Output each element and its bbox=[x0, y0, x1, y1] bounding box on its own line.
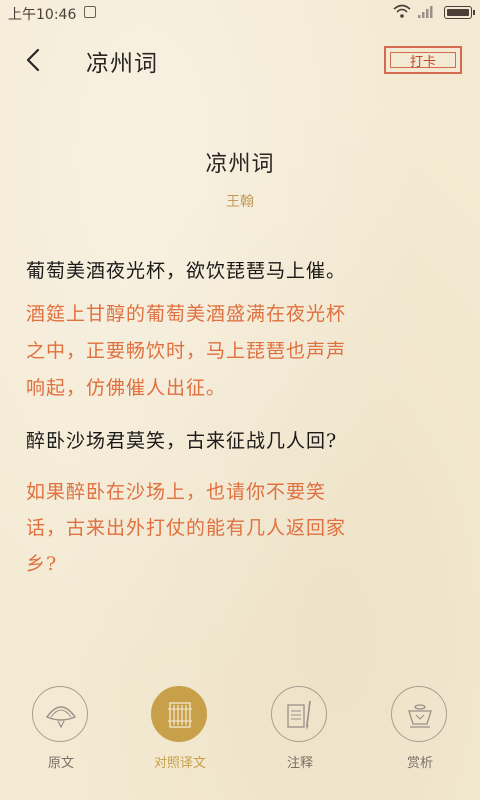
bamboo-scroll-icon bbox=[151, 686, 207, 742]
teapot-icon bbox=[391, 686, 447, 742]
status-time: 上午10:46 bbox=[8, 7, 77, 23]
poem-line-2-translation-1: 如果醉卧在沙场上，也请你不要笑 bbox=[26, 481, 327, 503]
nav-appreciation-label: 赏析 bbox=[406, 756, 433, 771]
poem-line-2-original: 醉卧沙场君莫笑，古来征战几人回? bbox=[26, 430, 338, 452]
nav-original-label: 原文 bbox=[47, 756, 74, 771]
fan-icon bbox=[32, 686, 88, 742]
nav-parallel-translation[interactable]: 对照译文 bbox=[130, 686, 230, 776]
nav-parallel-translation-label: 对照译文 bbox=[153, 756, 206, 771]
nav-annotations[interactable]: 注释 bbox=[250, 686, 350, 776]
poem-line-1-translation-2: 之中，正要畅饮时，马上琵琶也声声 bbox=[26, 340, 347, 362]
nav-original[interactable]: 原文 bbox=[11, 686, 111, 776]
notification-app-icon bbox=[84, 6, 96, 18]
back-button[interactable] bbox=[20, 44, 50, 76]
poem-line-1-translation-3: 响起，仿佛催人出征。 bbox=[26, 377, 227, 399]
poem-line-1-original: 葡萄美酒夜光杯，欲饮琵琶马上催。 bbox=[26, 260, 347, 282]
nav-appreciation[interactable]: 赏析 bbox=[370, 686, 470, 776]
checkin-label: 打卡 bbox=[409, 54, 436, 70]
page-title: 凉州词 bbox=[86, 51, 158, 77]
brush-paper-icon bbox=[271, 686, 327, 742]
status-bar: 上午10:46 bbox=[0, 0, 480, 26]
poem-line-2-translation-3: 乡? bbox=[26, 553, 58, 575]
wifi-icon bbox=[393, 4, 411, 18]
signal-icon bbox=[418, 6, 433, 18]
nav-annotations-label: 注释 bbox=[286, 756, 313, 771]
chevron-left-icon bbox=[26, 48, 40, 72]
poem-title: 凉州词 bbox=[205, 152, 275, 177]
poem-author: 王翰 bbox=[226, 194, 254, 210]
checkin-button[interactable]: 打卡 bbox=[384, 46, 462, 74]
poem-line-1-translation-1: 酒筵上甘醇的葡萄美酒盛满在夜光杯 bbox=[26, 303, 347, 325]
poem-line-2-translation-2: 话，古来出外打仗的能有几人返回家 bbox=[26, 517, 347, 539]
battery-icon bbox=[444, 6, 475, 19]
